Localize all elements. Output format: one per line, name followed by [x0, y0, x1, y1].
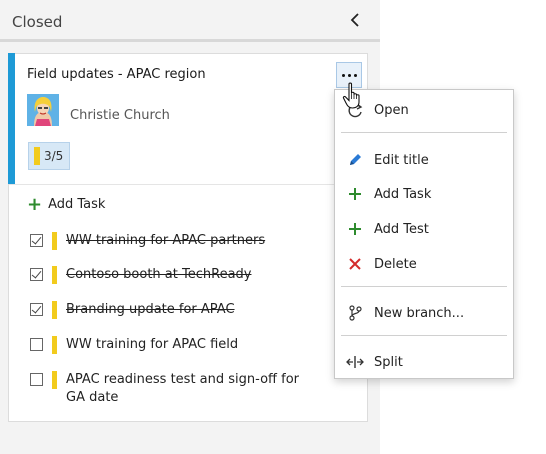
task-color-bar: [52, 266, 57, 284]
ellipsis-icon: [341, 73, 345, 77]
task-checkbox[interactable]: [30, 303, 43, 316]
menu-label: Split: [374, 354, 403, 370]
menu-item-split[interactable]: Split: [335, 347, 513, 377]
menu-item-add-task[interactable]: Add Task: [335, 179, 513, 209]
task-checkbox[interactable]: [30, 373, 43, 386]
menu-item-delete[interactable]: Delete: [335, 249, 513, 279]
chevron-left-icon[interactable]: [346, 10, 364, 30]
task-title[interactable]: Branding update for APAC: [66, 301, 235, 319]
task-item[interactable]: Branding update for APAC: [30, 301, 235, 319]
card-color-stripe: [8, 53, 15, 184]
task-checkbox[interactable]: [30, 338, 43, 351]
add-task-button[interactable]: + Add Task: [27, 193, 106, 215]
menu-label: Delete: [374, 256, 417, 272]
pencil-icon: [346, 151, 364, 169]
task-color-bar: [52, 336, 57, 354]
task-title[interactable]: APAC readiness test and sign-off for GA …: [66, 371, 306, 407]
menu-label: Add Task: [374, 186, 432, 202]
task-title-line: APAC readiness test and sign-off for: [66, 372, 299, 387]
menu-item-add-test[interactable]: Add Test: [335, 214, 513, 244]
progress-count: 3/5: [44, 149, 64, 163]
ellipsis-dot: [347, 73, 351, 77]
add-task-label: Add Task: [48, 197, 106, 212]
plus-icon: [346, 185, 364, 203]
task-checkbox[interactable]: [30, 268, 43, 281]
menu-separator: [341, 335, 507, 336]
task-title[interactable]: WW training for APAC partners: [66, 232, 265, 250]
task-item[interactable]: WW training for APAC partners: [30, 232, 265, 250]
menu-item-edit-title[interactable]: Edit title: [335, 145, 513, 175]
hand-cursor-icon: [341, 82, 365, 110]
menu-label: Add Test: [374, 221, 429, 237]
task-color-bar: [52, 301, 57, 319]
menu-label: New branch...: [374, 305, 465, 321]
task-color-bar: [52, 371, 57, 389]
task-item[interactable]: Contoso booth at TechReady: [30, 266, 251, 284]
branch-icon: [346, 304, 364, 322]
task-title-line: GA date: [66, 390, 119, 405]
task-progress-badge[interactable]: 3/5: [28, 142, 70, 170]
plus-icon: +: [27, 193, 43, 215]
work-item-card[interactable]: Field updates - APAC region Christie Chu…: [8, 53, 368, 422]
ellipsis-dot: [353, 73, 357, 77]
column-header: Closed: [0, 0, 380, 42]
column-title: Closed: [12, 13, 63, 31]
assignee-name[interactable]: Christie Church: [70, 108, 170, 123]
menu-separator: [341, 286, 507, 287]
task-color-bar: [52, 232, 57, 250]
x-icon: [346, 255, 364, 273]
avatar: [27, 94, 59, 126]
menu-label: Edit title: [374, 152, 429, 168]
card-title[interactable]: Field updates - APAC region: [27, 67, 206, 82]
closed-column-panel: Closed Field updates - APAC region Chris…: [0, 0, 380, 454]
card-context-menu: Open Edit title Add Task Add Test Delete…: [334, 89, 514, 379]
plus-icon: [346, 220, 364, 238]
task-title[interactable]: WW training for APAC field: [66, 336, 238, 354]
menu-item-new-branch[interactable]: New branch...: [335, 298, 513, 328]
progress-color-bar: [34, 147, 40, 165]
task-checkbox[interactable]: [30, 234, 43, 247]
task-title[interactable]: Contoso booth at TechReady: [66, 266, 251, 284]
task-item[interactable]: WW training for APAC field: [30, 336, 238, 354]
card-divider: [9, 184, 367, 185]
menu-separator: [341, 132, 507, 133]
task-item[interactable]: APAC readiness test and sign-off for GA …: [30, 371, 306, 407]
menu-label: Open: [374, 102, 409, 118]
split-icon: [346, 353, 364, 371]
